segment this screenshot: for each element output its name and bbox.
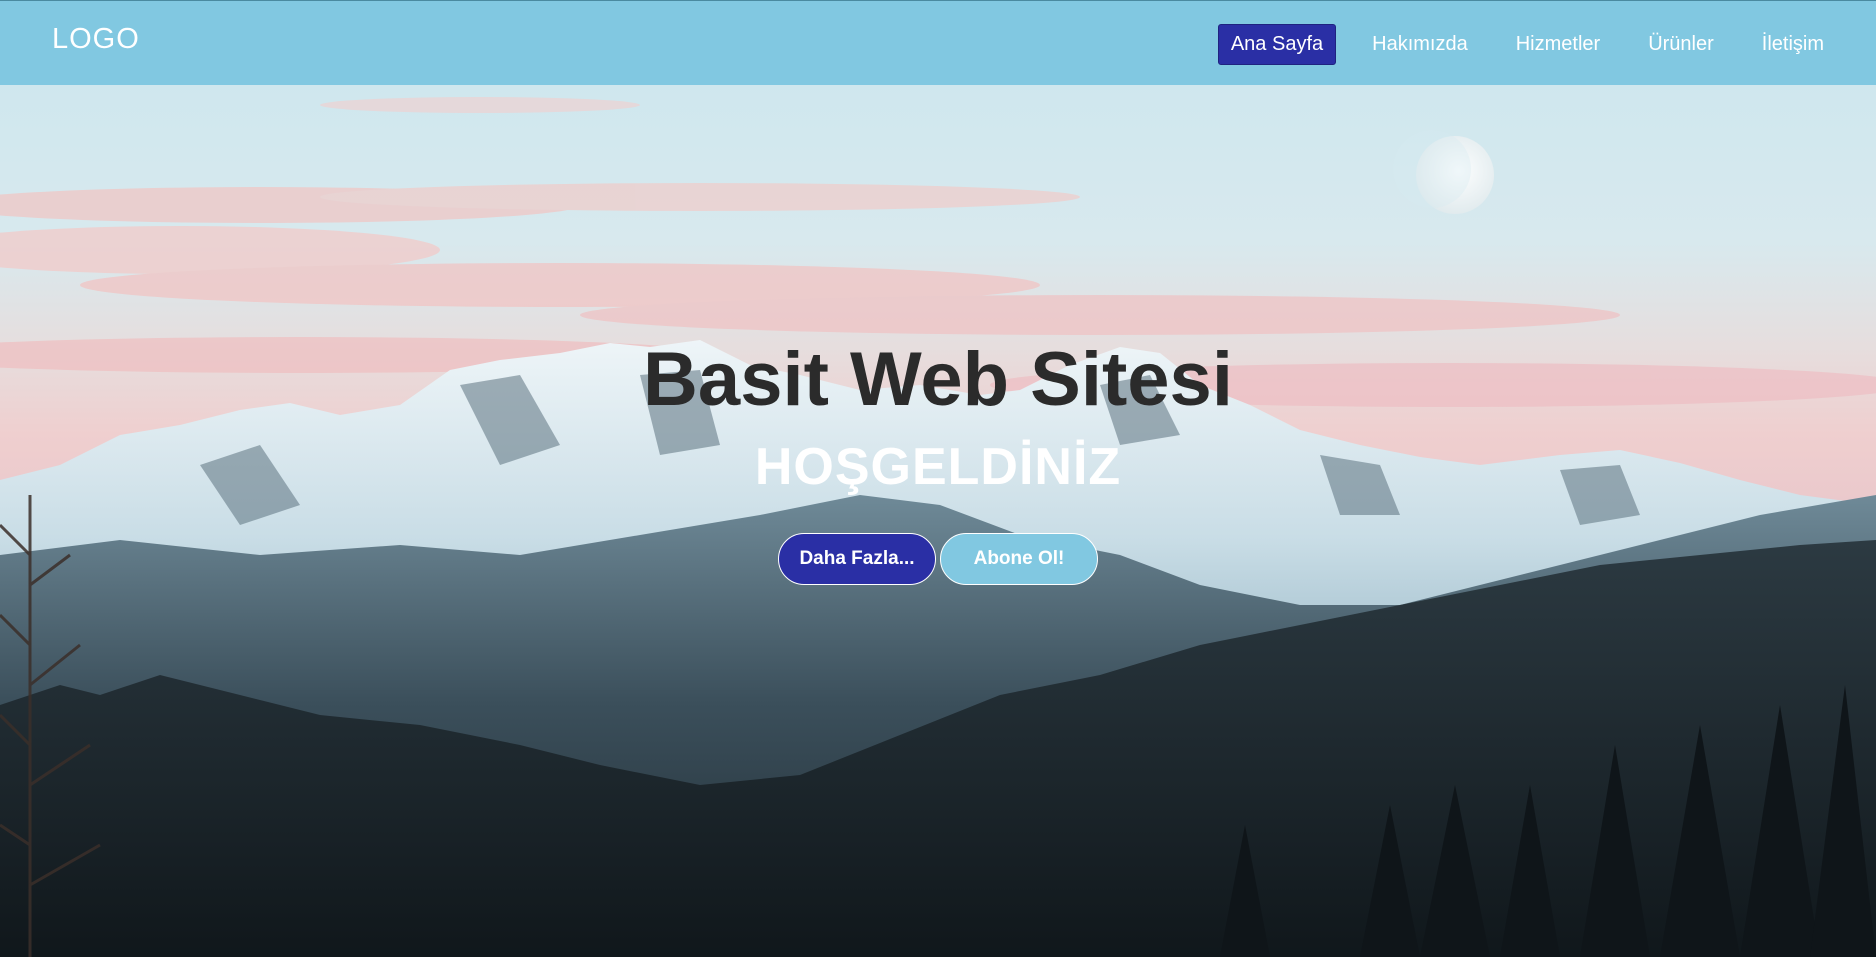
nav-item-home[interactable]: Ana Sayfa — [1217, 24, 1337, 65]
main-nav: Ana Sayfa Hakımızda Hizmetler Ürünler İl… — [1217, 24, 1836, 65]
page: LOGO Ana Sayfa Hakımızda Hizmetler Ürünl… — [0, 0, 1876, 957]
hero-section: Basit Web Sitesi HOŞGELDİNİZ Daha Fazla.… — [0, 85, 1876, 957]
page-title: Basit Web Sitesi — [643, 337, 1233, 422]
nav-item-contact[interactable]: İletişim — [1750, 25, 1836, 64]
site-header: LOGO Ana Sayfa Hakımızda Hizmetler Ürünl… — [0, 0, 1876, 85]
hero-content: Basit Web Sitesi HOŞGELDİNİZ Daha Fazla.… — [0, 85, 1876, 957]
logo[interactable]: LOGO — [52, 23, 140, 56]
more-button[interactable]: Daha Fazla... — [778, 533, 936, 585]
nav-item-products[interactable]: Ürünler — [1636, 25, 1726, 64]
nav-item-about[interactable]: Hakımızda — [1360, 25, 1480, 64]
hero-buttons: Daha Fazla... Abone Ol! — [0, 533, 1876, 585]
welcome-heading: HOŞGELDİNİZ — [754, 438, 1122, 496]
subscribe-button[interactable]: Abone Ol! — [940, 533, 1098, 585]
nav-item-services[interactable]: Hizmetler — [1504, 25, 1612, 64]
